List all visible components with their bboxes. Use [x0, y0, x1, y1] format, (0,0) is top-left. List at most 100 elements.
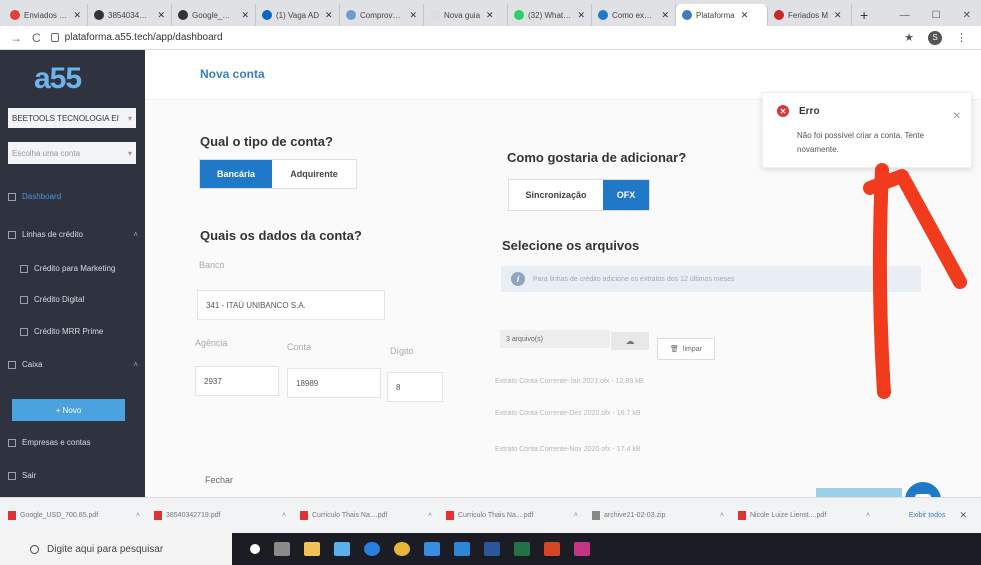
add-method-toggle: Sincronização OFX — [508, 179, 650, 211]
profile-avatar[interactable]: S — [928, 30, 942, 45]
upload-button[interactable]: ☁ — [611, 332, 649, 350]
browser-menu-icon[interactable]: ⋮ — [956, 31, 967, 44]
branch-label: Agência — [195, 338, 228, 348]
browser-tab[interactable]: (1) Vaga AD ✕ — [256, 4, 340, 26]
check-digit-field[interactable]: 8 — [387, 372, 443, 402]
sidebar-item-sair[interactable]: Sair — [8, 471, 138, 480]
browser-tab[interactable]: Como expor ✕ — [592, 4, 676, 26]
chevron-up-icon[interactable]: ˄ — [282, 512, 286, 519]
back-icon[interactable]: → — [10, 31, 22, 45]
sidebar-item-dashboard[interactable]: Dashboard — [8, 192, 138, 201]
close-tab-icon[interactable]: ✕ — [241, 10, 249, 21]
edge-icon[interactable] — [364, 542, 380, 556]
sidebar-item-credito-marketing[interactable]: Crédito para Marketing — [20, 264, 138, 273]
close-tab-icon[interactable]: ✕ — [741, 10, 749, 21]
mail-icon[interactable] — [454, 542, 470, 556]
browser-tab[interactable]: Comprovant ✕ — [340, 4, 424, 26]
sidebar-item-empresas[interactable]: Empresas e contas — [8, 438, 138, 447]
account-selector[interactable]: Escolha uma conta ▾ — [8, 142, 136, 164]
tab-title: Plataforma — [696, 10, 735, 20]
browser-tab[interactable]: 38540342719 ✕ — [88, 4, 172, 26]
chevron-up-icon[interactable]: ˄ — [136, 512, 140, 519]
close-tab-icon[interactable]: ✕ — [577, 10, 585, 21]
favicon-icon — [774, 10, 784, 20]
sidebar-item-linhas-de-credito[interactable]: Linhas de crédito ˄ — [8, 230, 138, 239]
option-ofx[interactable]: OFX — [603, 180, 649, 210]
browser-tab[interactable]: Google_USD ✕ — [172, 4, 256, 26]
sidebar-item-caixa[interactable]: Caixa ˄ — [8, 360, 138, 369]
browser-tab[interactable]: (32) WhatsA ✕ — [508, 4, 592, 26]
company-selector[interactable]: BEETOOLS TECNOLOGIA EI ▾ — [8, 108, 136, 128]
close-tab-icon[interactable]: ✕ — [409, 10, 417, 21]
cortana-icon[interactable] — [250, 544, 260, 554]
close-window-icon[interactable]: ✕ — [963, 10, 971, 21]
file-item: Extrato Conta Corrente-Dez 2020.ofx - 16… — [495, 410, 641, 417]
maximize-icon[interactable]: ☐ — [932, 10, 941, 21]
dashboard-icon — [8, 192, 16, 201]
store-icon[interactable] — [334, 542, 350, 556]
calculator-icon[interactable] — [424, 542, 440, 556]
show-all-downloads-link[interactable]: Exibir todos — [909, 512, 960, 519]
sidebar-item-label: Crédito MRR Prime — [34, 327, 104, 336]
bookmark-star-icon[interactable]: ★ — [904, 31, 914, 44]
browser-tab[interactable]: Nova guia ✕ — [424, 4, 508, 26]
file-count-field[interactable]: 3 arquivo(s) — [500, 330, 610, 348]
chevron-up-icon[interactable]: ˄ — [574, 512, 578, 519]
account-number-field[interactable]: 18989 — [287, 368, 381, 398]
browser-tab[interactable]: Feriados M ✕ — [768, 4, 852, 26]
mrr-icon — [20, 327, 28, 336]
download-item[interactable]: archive21-02-03.zip ˄ — [584, 511, 730, 520]
new-tab-button[interactable]: + — [852, 4, 876, 26]
download-item[interactable]: Curriculo Thais Na....pdf ˄ — [438, 511, 584, 520]
download-item[interactable]: Google_USD_700.85.pdf ˄ — [0, 511, 146, 520]
tab-list: Enviados - s✕38540342719✕Google_USD✕(1) … — [4, 4, 852, 26]
word-icon[interactable] — [484, 542, 500, 556]
chevron-up-icon[interactable]: ˄ — [720, 512, 724, 519]
task-view-icon[interactable] — [274, 542, 290, 556]
close-tab-icon[interactable]: ✕ — [73, 10, 81, 21]
chrome-icon[interactable] — [394, 542, 410, 556]
tab-title: Google_USD — [192, 10, 236, 20]
reload-icon[interactable]: C — [32, 31, 41, 45]
powerpoint-icon[interactable] — [544, 542, 560, 556]
clear-files-button[interactable]: 🗑 limpar — [657, 338, 715, 360]
bank-field[interactable]: 341 - ITAÚ UNIBANCO S.A. — [197, 290, 385, 320]
minimize-icon[interactable]: — — [900, 10, 910, 21]
cash-icon — [8, 360, 16, 369]
close-tab-icon[interactable]: ✕ — [325, 10, 333, 21]
download-item[interactable]: 38540342719.pdf ˄ — [146, 511, 292, 520]
search-placeholder: Digite aqui para pesquisar — [47, 543, 164, 555]
browser-tab[interactable]: Plataforma ✕ — [676, 4, 768, 26]
favicon-icon — [430, 10, 440, 20]
url-field[interactable]: plataforma.a55.tech/app/dashboard — [50, 32, 223, 43]
sidebar-item-credito-mrr[interactable]: Crédito MRR Prime — [20, 327, 138, 336]
close-tab-icon[interactable]: ✕ — [834, 10, 842, 21]
chevron-up-icon[interactable]: ˄ — [428, 512, 432, 519]
app-icon[interactable] — [574, 542, 590, 556]
taskbar-search[interactable]: Digite aqui para pesquisar — [0, 533, 232, 565]
sidebar-item-label: Crédito Digital — [34, 295, 85, 304]
option-sincronizacao[interactable]: Sincronização — [509, 180, 603, 210]
file-explorer-icon[interactable] — [304, 542, 320, 556]
close-tab-icon[interactable]: ✕ — [661, 10, 669, 21]
download-item[interactable]: Curriculo Thais Na....pdf ˄ — [292, 511, 438, 520]
close-icon[interactable]: ✕ — [959, 510, 981, 521]
branch-field[interactable]: 2937 — [195, 366, 279, 396]
address-bar: → C plataforma.a55.tech/app/dashboard ★ … — [0, 26, 981, 50]
option-adquirente[interactable]: Adquirente — [272, 160, 356, 188]
sidebar-item-credito-digital[interactable]: Crédito Digital — [20, 295, 138, 304]
file-item: Extrato Conta Corrente-Jan 2021.ofx - 12… — [495, 378, 644, 385]
download-item[interactable]: Nicole Luize Lienst....pdf ˄ — [730, 511, 876, 520]
close-button[interactable]: Fechar — [205, 475, 233, 485]
close-tab-icon[interactable]: ✕ — [157, 10, 165, 21]
excel-icon[interactable] — [514, 542, 530, 556]
tab-title: (1) Vaga AD — [276, 10, 319, 20]
chevron-up-icon[interactable]: ˄ — [866, 512, 870, 519]
close-tab-icon[interactable]: ✕ — [486, 10, 494, 21]
option-bancaria[interactable]: Bancária — [200, 160, 272, 188]
close-icon[interactable]: ✕ — [953, 111, 961, 122]
browser-tab[interactable]: Enviados - s ✕ — [4, 4, 88, 26]
cloud-upload-icon: ☁ — [625, 335, 635, 346]
downloads-list: Google_USD_700.85.pdf ˄ 38540342719.pdf ˄ Cu… — [0, 511, 876, 520]
new-button[interactable]: + Novo — [12, 399, 125, 421]
